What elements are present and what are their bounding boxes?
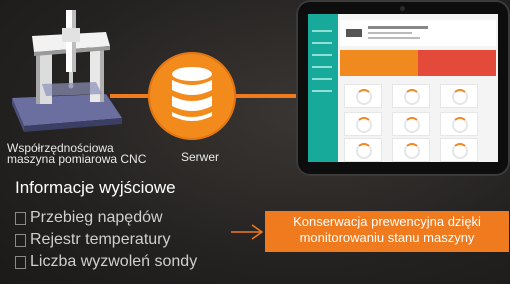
- result-line2: monitorowaniu stanu maszyny: [299, 230, 475, 245]
- list-item: Rejestr temperatury: [15, 229, 197, 251]
- dashboard-sidebar: [308, 14, 338, 162]
- list-item: Przebieg napędów: [15, 207, 197, 229]
- dashboard-card: [392, 138, 430, 162]
- dashboard-card: [344, 112, 382, 136]
- dashboard-card: [440, 138, 478, 162]
- result-box: Konserwacja prewencyjna dzięki monitorow…: [265, 211, 509, 252]
- output-list: Przebieg napędów Rejestr temperatury Lic…: [15, 207, 197, 273]
- dashboard-card: [344, 138, 382, 162]
- arrow-right-icon: [231, 224, 264, 240]
- server-node: [148, 52, 236, 140]
- dashboard-status-orange: [340, 50, 418, 76]
- dashboard-status-red: [418, 50, 496, 76]
- server-label: Serwer: [181, 150, 220, 164]
- machine-label: Współrzędnościowa maszyna pomiarowa CNC: [7, 142, 177, 166]
- output-title: Informacje wyjściowe: [15, 178, 176, 197]
- cmm-machine-image: [6, 6, 124, 134]
- checkbox-icon: [15, 211, 26, 225]
- dashboard-screen: [308, 14, 498, 162]
- result-line1: Konserwacja prewencyjna dzięki: [293, 214, 481, 229]
- dashboard-header: [340, 20, 496, 46]
- list-item-label: Rejestr temperatury: [30, 231, 171, 248]
- connector-server-tablet: [234, 94, 302, 98]
- tablet-device: [296, 0, 510, 176]
- machine-label-line2: maszyna pomiarowa CNC: [7, 152, 147, 166]
- list-item-label: Liczba wyzwoleń sondy: [30, 253, 198, 270]
- database-icon: [172, 67, 212, 121]
- dashboard-card: [440, 84, 478, 108]
- list-item-label: Przebieg napędów: [30, 209, 163, 226]
- list-item: Liczba wyzwoleń sondy: [15, 251, 197, 273]
- dashboard-card: [392, 84, 430, 108]
- checkbox-icon: [15, 255, 26, 269]
- dashboard-card: [392, 112, 430, 136]
- dashboard-card: [440, 112, 478, 136]
- dashboard-card: [344, 84, 382, 108]
- checkbox-icon: [15, 233, 26, 247]
- tablet-camera: [400, 6, 405, 11]
